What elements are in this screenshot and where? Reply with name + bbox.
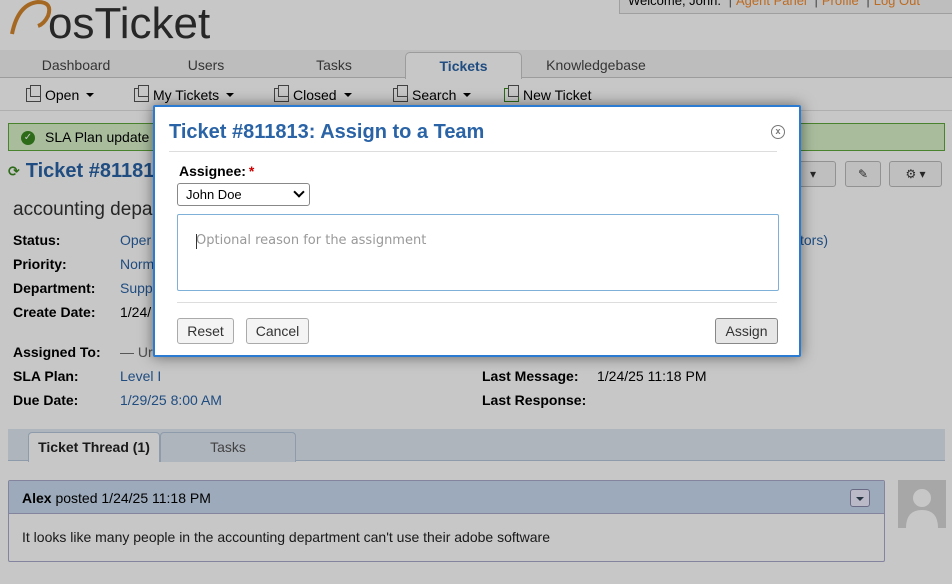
assign-button[interactable]: Assign: [715, 318, 778, 344]
reason-placeholder: Optional reason for the assignment: [196, 233, 427, 248]
divider: [169, 151, 777, 152]
text-cursor: [196, 234, 197, 249]
assignee-field-label: Assignee: *: [179, 163, 254, 179]
required-marker: *: [248, 163, 255, 179]
reset-button[interactable]: Reset: [177, 318, 234, 344]
assignee-select[interactable]: John Doe: [177, 183, 310, 206]
assignee-label-text: Assignee:: [179, 163, 246, 179]
assignment-reason-textarea[interactable]: Optional reason for the assignment: [177, 214, 779, 291]
cancel-button[interactable]: Cancel: [246, 318, 309, 344]
chevron-down-icon: [293, 186, 305, 198]
close-icon[interactable]: x: [771, 125, 785, 139]
assignee-selected-value: John Doe: [186, 187, 242, 202]
assign-team-dialog: Ticket #811813: Assign to a Team x Assig…: [153, 105, 801, 357]
dialog-title: Ticket #811813: Assign to a Team: [169, 121, 485, 143]
divider: [177, 302, 777, 303]
